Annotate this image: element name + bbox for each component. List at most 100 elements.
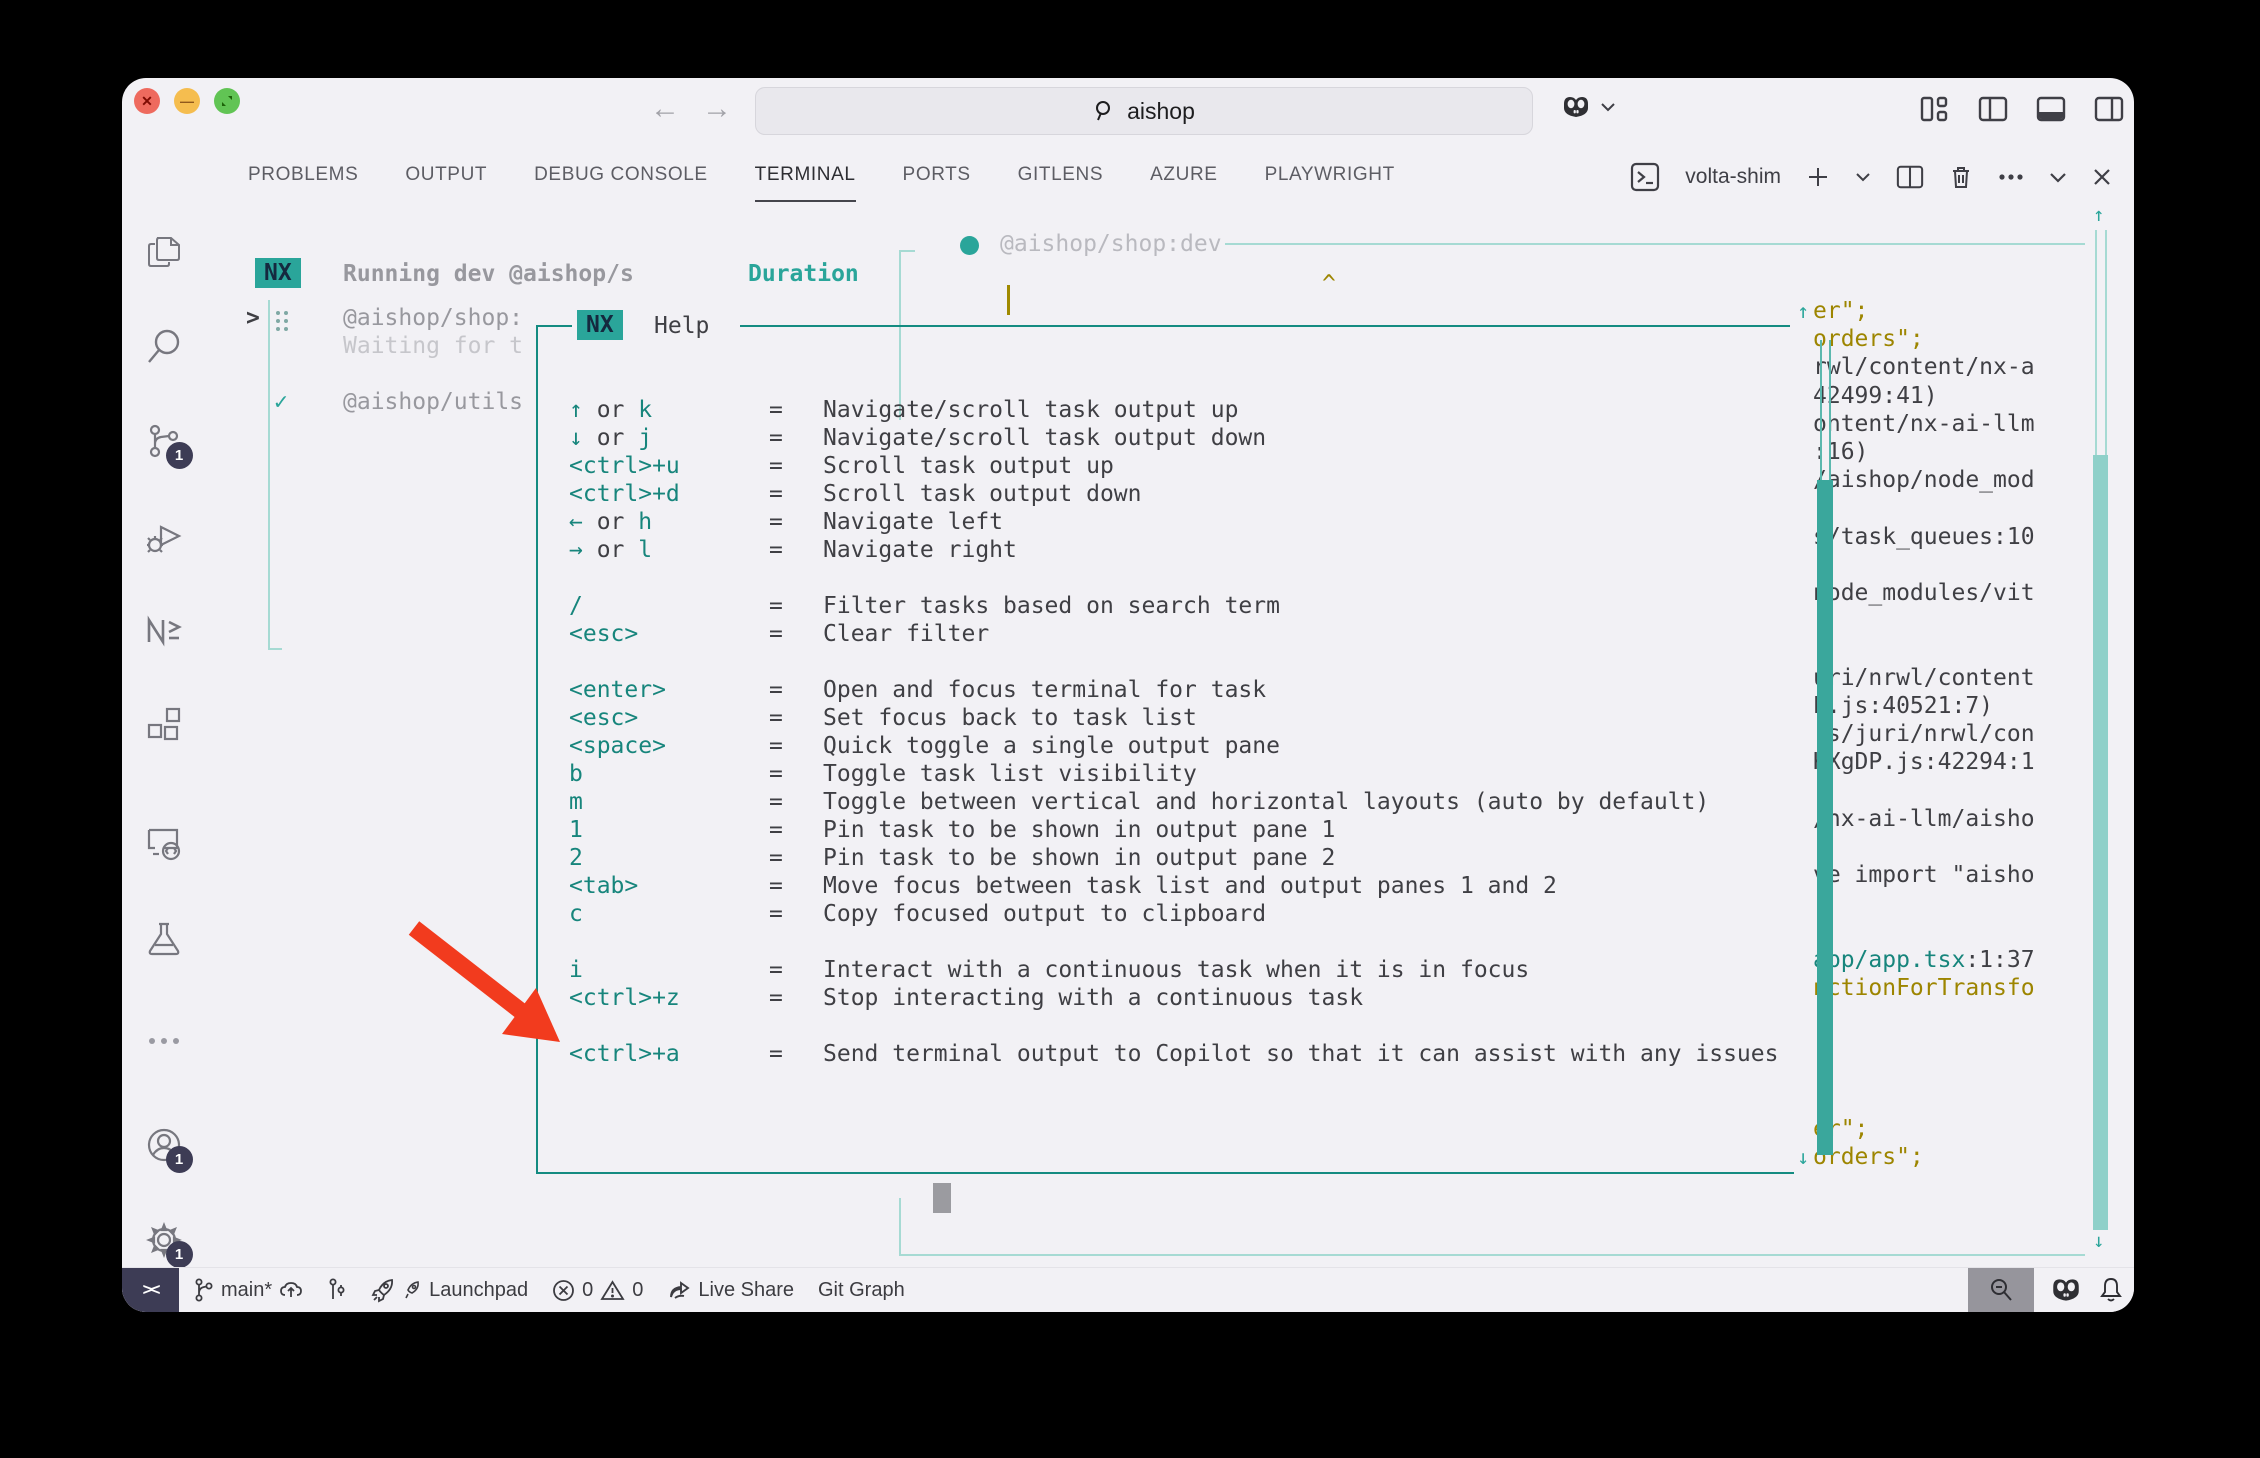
output-line: rs/juri/nrwl/con xyxy=(1813,720,2035,748)
scroll-up-icon[interactable]: ↑ xyxy=(2093,204,2104,226)
help-row: ← or h=Navigate left xyxy=(569,509,1778,537)
copilot-status-icon[interactable] xyxy=(2049,1276,2083,1304)
new-terminal-button[interactable] xyxy=(1806,165,1830,189)
terminal-dropdown-chevron[interactable] xyxy=(1855,172,1871,182)
duration-column-label: Duration xyxy=(748,260,859,288)
terminal-cursor-bar xyxy=(1007,285,1010,315)
problems-status[interactable]: 0 0 xyxy=(552,1279,643,1302)
panel-tab-problems[interactable]: PROBLEMS xyxy=(248,164,358,202)
help-panel-bottom-border xyxy=(536,1172,1794,1174)
sidebar-item-explorer[interactable] xyxy=(145,232,183,270)
customize-layout-button[interactable] xyxy=(1920,96,1950,122)
notifications-bell-icon[interactable] xyxy=(2098,1276,2124,1304)
help-row: i=Interact with a continuous task when i… xyxy=(569,957,1778,985)
close-panel-button[interactable] xyxy=(2092,167,2112,187)
pipeline-status[interactable] xyxy=(327,1277,347,1303)
output-line: ontent/nx-ai-llm xyxy=(1813,410,2035,438)
activity-bar: 1 xyxy=(122,136,205,1268)
rocket-icon xyxy=(371,1277,397,1303)
output-line: rwl/content/nx-a xyxy=(1813,353,2035,381)
command-center-search[interactable]: aishop xyxy=(755,87,1533,135)
panel-left-icon xyxy=(1978,96,2008,122)
sidebar-item-source-control[interactable]: 1 xyxy=(145,422,183,460)
panel-tab-debug-console[interactable]: DEBUG CONSOLE xyxy=(534,164,708,202)
pane-left-border-top xyxy=(899,250,901,420)
git-graph-button[interactable]: Git Graph xyxy=(818,1279,905,1302)
help-row: 2=Pin task to be shown in output pane 2 xyxy=(569,845,1778,873)
panel-tab-bar: PROBLEMS OUTPUT DEBUG CONSOLE TERMINAL PORTS… xyxy=(248,164,1395,202)
launchpad-label: Launchpad xyxy=(429,1279,528,1302)
task-tree-line xyxy=(268,300,270,650)
toggle-primary-sidebar-button[interactable] xyxy=(1978,96,2008,122)
forward-button[interactable]: → xyxy=(702,92,732,126)
error-count: 0 xyxy=(582,1279,593,1302)
help-row: <esc>=Clear filter xyxy=(569,621,1778,649)
help-row: m=Toggle between vertical and horizontal… xyxy=(569,789,1778,817)
more-views-icon[interactable] xyxy=(145,1022,183,1060)
output-line: 42499:41) xyxy=(1813,382,1938,410)
accounts-icon[interactable]: 1 xyxy=(145,1126,183,1164)
pane-corner-top xyxy=(899,250,915,252)
task-item-utils[interactable]: @aishop/utils xyxy=(343,388,523,416)
back-button[interactable]: ← xyxy=(650,92,680,126)
live-share-label: Live Share xyxy=(698,1279,794,1302)
task-tree-corner xyxy=(268,648,282,650)
settings-gear-icon[interactable]: 1 xyxy=(145,1221,183,1259)
scrollbar-thumb[interactable] xyxy=(2093,455,2108,1230)
fullscreen-icon xyxy=(221,95,233,107)
sidebar-item-testing[interactable] xyxy=(145,920,183,958)
sidebar-item-nx-console[interactable] xyxy=(145,612,183,650)
errors-icon xyxy=(552,1279,575,1302)
live-share-button[interactable]: Live Share xyxy=(667,1278,794,1302)
git-branch-icon xyxy=(194,1278,214,1302)
minimize-window-button[interactable]: — xyxy=(174,88,200,114)
panel-tab-playwright[interactable]: PLAYWRIGHT xyxy=(1265,164,1395,202)
settings-badge: 1 xyxy=(166,1241,193,1268)
close-window-button[interactable]: ✕ xyxy=(134,88,160,114)
zoom-out-button[interactable] xyxy=(1968,1268,2034,1312)
output-line: app/app.tsx:1:37 xyxy=(1813,946,2035,974)
hide-panel-chevron[interactable] xyxy=(2049,172,2067,183)
task-item-shop[interactable]: @aishop/shop: xyxy=(343,304,523,332)
copilot-menu[interactable] xyxy=(1560,94,1616,120)
scrollbar-track-l xyxy=(2095,230,2097,455)
toggle-panel-button[interactable] xyxy=(2036,96,2066,122)
help-nx-badge: NX xyxy=(577,310,623,340)
output-line: ve import "aisho xyxy=(1813,861,2035,889)
help-row: ↑ or k=Navigate/scroll task output up xyxy=(569,397,1778,425)
kill-terminal-button[interactable] xyxy=(1949,164,1973,190)
more-actions-button[interactable] xyxy=(1998,173,2024,181)
task-success-check: ✓ xyxy=(274,388,288,416)
launchpad-button[interactable]: Launchpad xyxy=(371,1277,528,1303)
sidebar-item-remote-explorer[interactable] xyxy=(145,824,183,862)
output-line: node_modules/vit xyxy=(1813,579,2035,607)
panel-tab-terminal[interactable]: TERMINAL xyxy=(755,164,856,202)
split-terminal-button[interactable] xyxy=(1896,164,1924,190)
panel-tab-output[interactable]: OUTPUT xyxy=(405,164,487,202)
search-value: aishop xyxy=(1127,98,1195,125)
scroll-down-icon[interactable]: ↓ xyxy=(2093,1230,2104,1252)
panel-tab-ports[interactable]: PORTS xyxy=(903,164,971,202)
sidebar-item-run-debug[interactable] xyxy=(145,517,183,555)
sidebar-item-search[interactable] xyxy=(145,327,183,365)
pane-top-border xyxy=(1225,243,2085,245)
copilot-icon xyxy=(1560,94,1592,120)
panel-tab-gitlens[interactable]: GITLENS xyxy=(1018,164,1104,202)
remote-indicator[interactable]: >< xyxy=(122,1268,179,1312)
sidebar-item-extensions[interactable] xyxy=(145,707,183,745)
toggle-secondary-sidebar-button[interactable] xyxy=(2094,96,2124,122)
pane-task-title: @aishop/shop:dev xyxy=(1000,230,1222,258)
git-branch-status[interactable]: main* xyxy=(194,1278,303,1302)
output-line: /nx-ai-llm/aisho xyxy=(1813,805,2035,833)
rocket-small-icon xyxy=(404,1280,422,1300)
nx-badge: NX xyxy=(255,258,301,288)
status-bar: >< main* Launchpad xyxy=(122,1267,2134,1312)
scrollbar-track-r xyxy=(2105,230,2107,455)
pane2-scrollbar-thumb[interactable] xyxy=(1817,480,1833,1155)
help-row: b=Toggle task list visibility xyxy=(569,761,1778,789)
terminal-name[interactable]: volta-shim xyxy=(1685,165,1781,189)
panel-tab-azure[interactable]: AZURE xyxy=(1150,164,1217,202)
help-row: <ctrl>+u=Scroll task output up xyxy=(569,453,1778,481)
zoom-window-button[interactable] xyxy=(214,88,240,114)
sync-cloud-icon xyxy=(279,1279,303,1301)
